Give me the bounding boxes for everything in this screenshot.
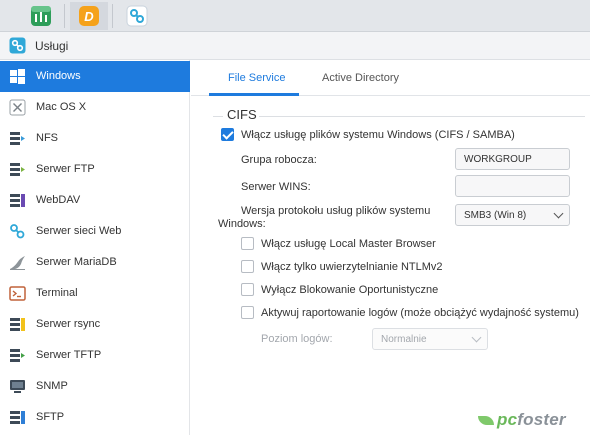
log-level-value: Normalnie: [381, 334, 427, 345]
mac-os-icon: [9, 99, 26, 116]
sidebar-item-snmp[interactable]: SNMP: [0, 371, 190, 402]
tab-bar: File Service Active Directory: [191, 60, 590, 96]
oplocks-checkbox[interactable]: [241, 283, 254, 296]
equalizer-app-icon: [31, 6, 51, 26]
ntlmv2-checkbox[interactable]: [241, 260, 254, 273]
protocol-version-value: SMB3 (Win 8): [464, 210, 527, 221]
tab-file-service[interactable]: File Service: [228, 72, 285, 84]
sidebar-item-sftp[interactable]: SFTP: [0, 402, 190, 433]
windows-icon: [10, 69, 25, 84]
sidebar-item-ftp-server[interactable]: Serwer FTP: [0, 154, 190, 185]
sftp-icon: [10, 411, 25, 424]
nfs-icon: [10, 132, 25, 145]
webdav-icon: [10, 194, 25, 207]
local-master-browser-label: Włącz usługę Local Master Browser: [261, 238, 436, 250]
section-title-cifs: CIFS: [227, 107, 257, 122]
sidebar-item-label: Terminal: [36, 287, 78, 299]
tab-active-directory[interactable]: Active Directory: [322, 72, 399, 84]
sidebar-item-label: SNMP: [36, 380, 68, 392]
sidebar-item-label: Serwer rsync: [36, 318, 101, 330]
d-app-letter: D: [84, 9, 94, 24]
sidebar-item-web-server[interactable]: Serwer sieci Web: [0, 216, 190, 247]
wins-server-label: Serwer WINS:: [241, 181, 311, 193]
protocol-version-select[interactable]: SMB3 (Win 8): [455, 204, 570, 226]
terminal-icon: [9, 286, 26, 301]
enable-cifs-checkbox[interactable]: [221, 128, 234, 141]
log-level-label: Poziom logów:: [261, 333, 333, 345]
workgroup-field[interactable]: WORKGROUP: [455, 148, 570, 170]
sidebar-item-label: Windows: [36, 70, 81, 82]
sidebar-item-windows[interactable]: Windows: [0, 61, 190, 92]
rsync-icon: [10, 318, 25, 331]
sidebar-item-label: Mac OS X: [36, 101, 87, 113]
protocol-label-continued: Windows:: [218, 218, 266, 230]
sidebar-item-label: SFTP: [36, 411, 65, 423]
sidebar-item-label: Serwer MariaDB: [36, 256, 117, 268]
taskbar: D: [0, 0, 590, 32]
wins-server-field[interactable]: [455, 175, 570, 197]
sidebar-item-label: WebDAV: [36, 194, 81, 206]
window-title: Usługi: [35, 38, 69, 53]
d-app-icon: D: [79, 6, 99, 26]
watermark-prefix: pc: [497, 410, 518, 429]
window-titlebar: Usługi: [0, 32, 590, 60]
chevron-down-icon: [553, 208, 564, 219]
sidebar-item-label: NFS: [36, 132, 58, 144]
workgroup-label: Grupa robocza:: [241, 154, 317, 166]
ntlmv2-label: Włącz tylko uwierzytelnianie NTLMv2: [261, 261, 443, 273]
protocol-label: Wersja protokołu usług plików systemu: [241, 205, 431, 217]
chevron-down-icon: [471, 332, 482, 343]
sidebar-item-label: Serwer TFTP: [36, 349, 102, 361]
sidebar-item-webdav[interactable]: WebDAV: [0, 185, 190, 216]
section-divider: [259, 116, 585, 117]
log-reporting-checkbox[interactable]: [241, 306, 254, 319]
sidebar-item-terminal[interactable]: Terminal: [0, 278, 190, 309]
taskbar-separator: [112, 4, 113, 28]
tftp-icon: [10, 349, 25, 362]
sidebar-item-mac-os-x[interactable]: Mac OS X: [0, 92, 190, 123]
section-divider: [213, 116, 223, 117]
taskbar-separator: [64, 4, 65, 28]
sidebar-item-label: Serwer sieci Web: [36, 225, 122, 237]
log-reporting-label: Aktywuj raportowanie logów (może obciąży…: [261, 307, 579, 319]
oplocks-label: Wyłącz Blokowanie Oportunistyczne: [261, 284, 439, 296]
mariadb-icon: [10, 256, 25, 270]
active-tab-indicator: [209, 93, 299, 96]
sidebar-item-label: Serwer FTP: [36, 163, 95, 175]
sidebar-item-nfs[interactable]: NFS: [0, 123, 190, 154]
sidebar-item-mariadb[interactable]: Serwer MariaDB: [0, 247, 190, 278]
taskbar-app-equalizer[interactable]: [22, 2, 60, 30]
log-level-select: Normalnie: [372, 328, 488, 350]
main-panel: File Service Active Directory CIFS Włącz…: [191, 60, 590, 435]
services-app-icon: [126, 5, 148, 27]
snmp-icon: [10, 380, 25, 393]
watermark-logo: pcfoster: [478, 410, 566, 430]
taskbar-app-services[interactable]: [118, 2, 156, 30]
ftp-icon: [10, 163, 25, 176]
sidebar: Windows Mac OS X NFS Serwer FTP WebDAV S…: [0, 60, 190, 435]
sidebar-item-tftp-server[interactable]: Serwer TFTP: [0, 340, 190, 371]
watermark-suffix: foster: [517, 410, 566, 429]
sidebar-item-rsync-server[interactable]: Serwer rsync: [0, 309, 190, 340]
services-icon: [9, 37, 26, 54]
taskbar-app-d[interactable]: D: [70, 2, 108, 30]
local-master-browser-checkbox[interactable]: [241, 237, 254, 250]
leaf-icon: [478, 416, 494, 426]
web-server-icon: [10, 224, 25, 239]
enable-cifs-label: Włącz usługę plików systemu Windows (CIF…: [241, 129, 515, 141]
